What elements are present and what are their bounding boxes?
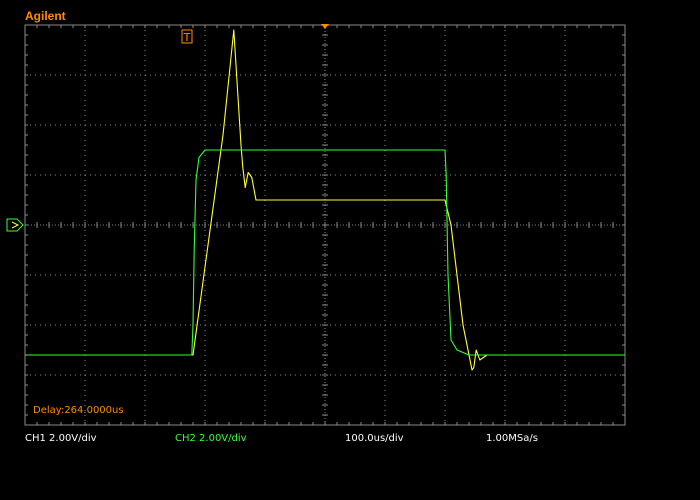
ground-marker-inner: [11, 221, 20, 229]
trigger-marker-label: T: [183, 31, 191, 44]
time-reference-icon: [321, 24, 329, 29]
delay-readout: Delay:264.0000us: [33, 405, 124, 416]
ground-level-icon: [6, 218, 24, 232]
scope-display: T: [6, 24, 626, 426]
sample-rate-label: 1.00MSa/s: [486, 433, 538, 444]
timebase-label: 100.0us/div: [345, 433, 404, 444]
graticule: [24, 24, 626, 426]
ch1-scale-label: CH1 2.00V/div: [25, 433, 97, 444]
ch2-scale-label: CH2 2.00V/div: [175, 433, 247, 444]
trigger-marker-icon: T: [181, 29, 193, 44]
ground-marker-outline: [6, 218, 24, 232]
waveform-ch2: [25, 149, 625, 356]
